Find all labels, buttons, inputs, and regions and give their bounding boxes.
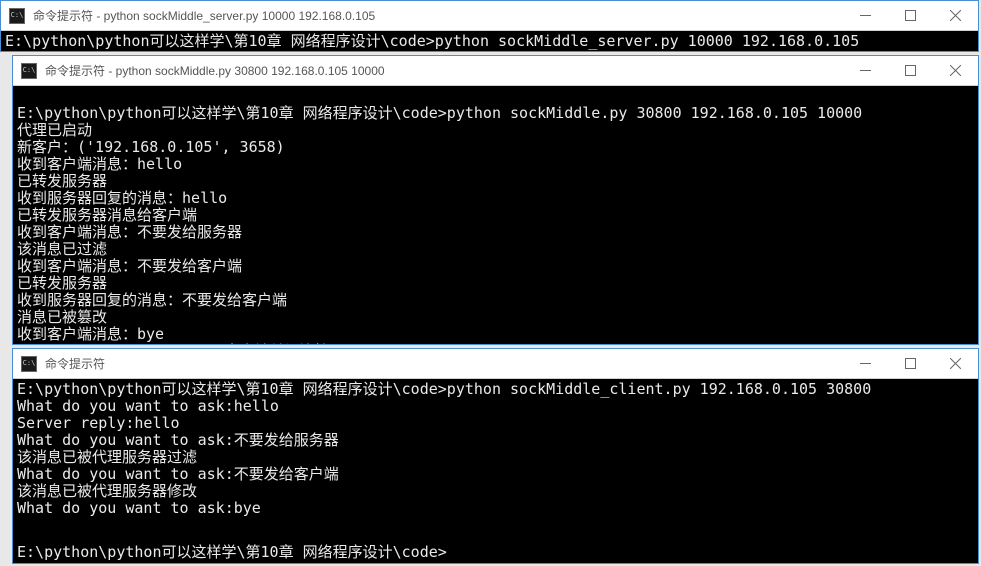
minimize-button[interactable]: [843, 349, 888, 378]
close-button[interactable]: [933, 1, 978, 30]
titlebar[interactable]: C:\ 命令提示符: [13, 349, 978, 379]
cmd-window-middle: C:\ 命令提示符 - python sockMiddle.py 30800 1…: [12, 55, 979, 345]
close-button[interactable]: [933, 56, 978, 85]
titlebar[interactable]: C:\ 命令提示符 - python sockMiddle.py 30800 1…: [13, 56, 978, 86]
maximize-button[interactable]: [888, 1, 933, 30]
titlebar-controls: [843, 56, 978, 85]
minimize-button[interactable]: [843, 56, 888, 85]
titlebar-left: C:\ 命令提示符 - python sockMiddle.py 30800 1…: [21, 62, 385, 79]
cmd-window-server: C:\ 命令提示符 - python sockMiddle_server.py …: [0, 0, 979, 52]
terminal-output[interactable]: E:\python\python可以这样学\第10章 网络程序设计\code>p…: [13, 379, 978, 563]
window-title: 命令提示符: [45, 355, 105, 372]
terminal-lines: E:\python\python可以这样学\第10章 网络程序设计\code>p…: [17, 381, 974, 517]
terminal-prompt: E:\python\python可以这样学\第10章 网络程序设计\code>: [17, 544, 974, 561]
titlebar-left: C:\ 命令提示符: [21, 355, 105, 372]
cmd-icon: C:\: [21, 63, 37, 79]
window-title: 命令提示符 - python sockMiddle_server.py 1000…: [33, 7, 375, 24]
titlebar[interactable]: C:\ 命令提示符 - python sockMiddle_server.py …: [1, 1, 978, 31]
titlebar-controls: [843, 349, 978, 378]
window-title: 命令提示符 - python sockMiddle.py 30800 192.1…: [45, 62, 385, 79]
terminal-output[interactable]: E:\python\python可以这样学\第10章 网络程序设计\code>p…: [1, 31, 978, 51]
close-button[interactable]: [933, 349, 978, 378]
maximize-button[interactable]: [888, 56, 933, 85]
cmd-window-client: C:\ 命令提示符 E:\python\python可以这样学\第10章 网络程…: [12, 348, 979, 564]
titlebar-controls: [843, 1, 978, 30]
terminal-output[interactable]: E:\python\python可以这样学\第10章 网络程序设计\code>p…: [13, 86, 978, 344]
titlebar-left: C:\ 命令提示符 - python sockMiddle_server.py …: [9, 7, 375, 24]
cmd-icon: C:\: [9, 8, 25, 24]
minimize-button[interactable]: [843, 1, 888, 30]
maximize-button[interactable]: [888, 349, 933, 378]
cmd-icon: C:\: [21, 356, 37, 372]
